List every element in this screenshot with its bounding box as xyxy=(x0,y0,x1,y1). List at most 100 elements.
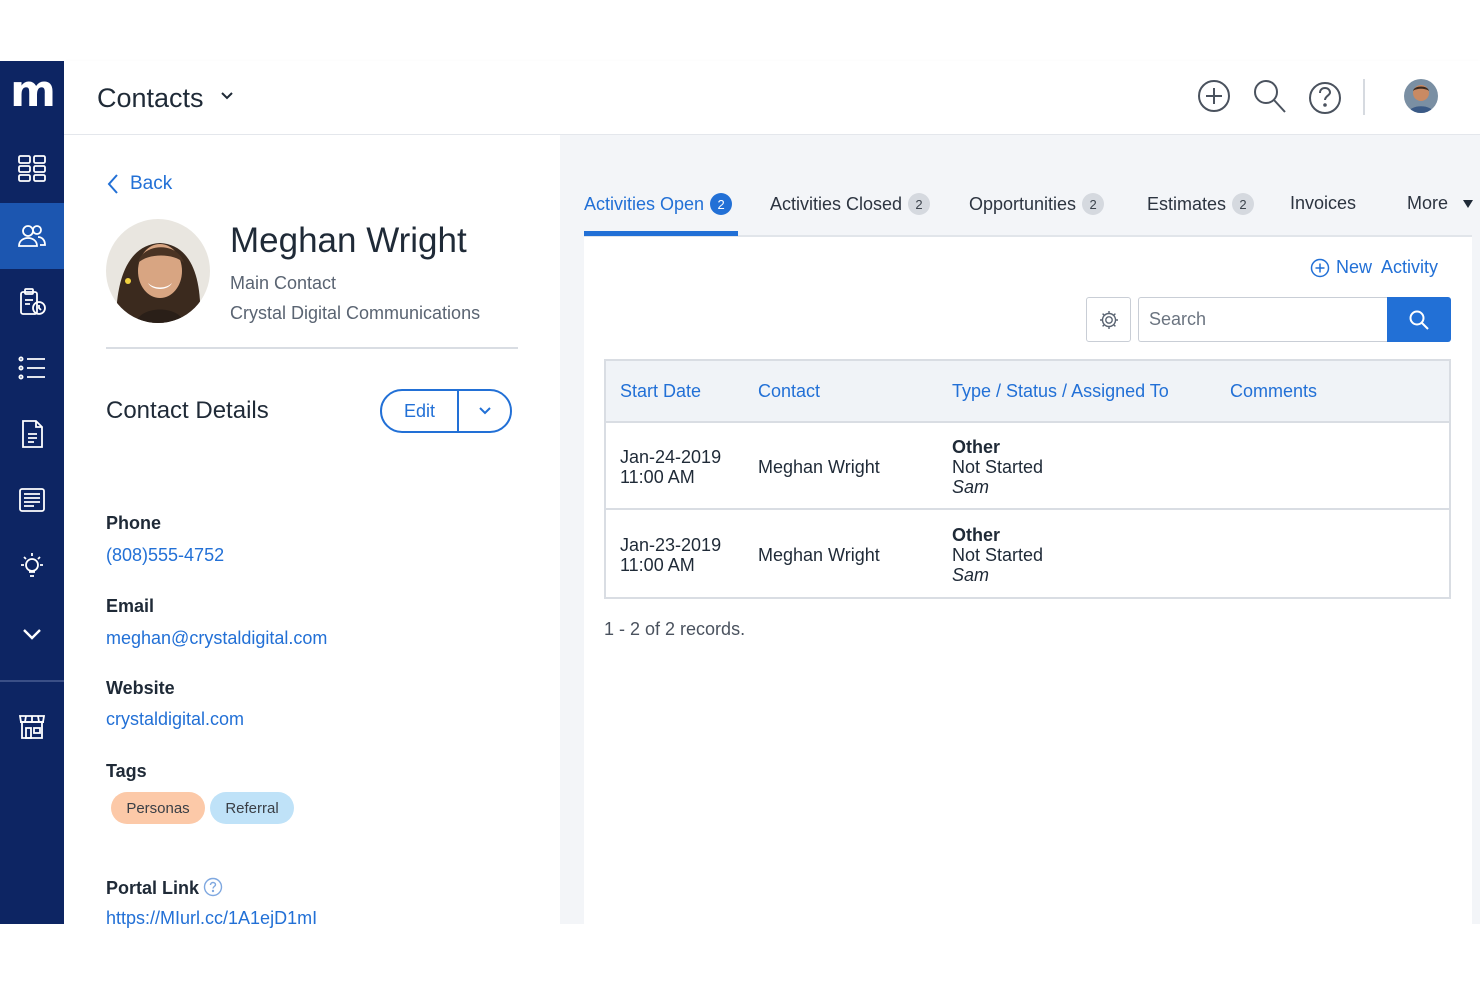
sidebar-item-lists[interactable] xyxy=(0,335,64,401)
user-avatar[interactable] xyxy=(1404,79,1438,113)
portal-link[interactable]: https://MIurl.cc/1A1ejD1mI xyxy=(106,908,317,929)
storefront-icon xyxy=(18,715,46,739)
search-icon[interactable] xyxy=(1252,77,1288,115)
column-header-type-status[interactable]: Type / Status / Assigned To xyxy=(952,381,1169,402)
activities-content: New Activity Start Date Contact Type / S… xyxy=(584,237,1472,924)
tag-personas[interactable]: Personas xyxy=(111,792,205,824)
tab-count-badge: 2 xyxy=(1232,193,1255,215)
sidebar: m xyxy=(0,61,64,924)
start-date: Jan-24-2019 xyxy=(620,447,722,467)
tab-bar: Activities Open 2 Activities Closed 2 Op… xyxy=(584,135,1474,237)
tag-referral[interactable]: Referral xyxy=(210,792,294,824)
start-date-cell: Jan-24-2019 11:00 AM xyxy=(620,447,721,487)
topbar-divider xyxy=(1363,79,1365,115)
clipboard-icon xyxy=(20,288,46,315)
tab-opportunities[interactable]: Opportunities 2 xyxy=(969,193,1105,215)
tab-activities-closed[interactable]: Activities Closed 2 xyxy=(770,193,931,215)
tab-estimates[interactable]: Estimates 2 xyxy=(1147,193,1255,215)
email-label: Email xyxy=(106,596,155,616)
contact-cell[interactable]: Meghan Wright xyxy=(758,457,880,477)
contact-photo xyxy=(106,219,210,323)
activities-table: Start Date Contact Type / Status / Assig… xyxy=(604,359,1451,599)
contact-role: Main Contact xyxy=(230,273,337,293)
sidebar-item-tasks[interactable] xyxy=(0,269,64,335)
website-label: Website xyxy=(106,678,175,698)
portal-link-label: Portal Link xyxy=(106,878,200,898)
contact-panel: Back Meghan Wright Main Contact Crystal … xyxy=(64,135,560,928)
page-title[interactable]: Contacts xyxy=(97,83,204,114)
tab-label: Opportunities xyxy=(969,193,1077,214)
contact-avatar xyxy=(106,219,210,323)
document-icon xyxy=(22,420,43,448)
tab-invoices[interactable]: Invoices xyxy=(1290,193,1356,214)
contact-company: Crystal Digital Communications xyxy=(230,303,481,323)
assigned-to: Sam xyxy=(952,477,990,497)
help-icon[interactable] xyxy=(1307,77,1343,115)
app-logo[interactable]: m xyxy=(0,61,64,133)
sidebar-item-dashboard[interactable] xyxy=(0,135,64,201)
start-time: 11:00 AM xyxy=(620,555,695,575)
search-button[interactable] xyxy=(1387,297,1451,342)
invoice-icon xyxy=(19,488,45,512)
table-row[interactable]: Jan-24-2019 11:00 AM Meghan Wright Other… xyxy=(606,423,1449,510)
edit-button[interactable]: Edit xyxy=(382,391,459,431)
search-input[interactable] xyxy=(1138,297,1388,342)
list-icon xyxy=(18,356,45,380)
add-circle-icon xyxy=(1310,258,1330,277)
activity-status: Not Started xyxy=(952,457,1044,477)
sidebar-item-ideas[interactable] xyxy=(0,533,64,599)
lightbulb-icon xyxy=(21,553,43,577)
activity-type: Other xyxy=(952,437,1001,457)
tab-count-badge: 2 xyxy=(1082,193,1105,215)
back-link[interactable]: Back xyxy=(106,173,172,195)
table-settings-button[interactable] xyxy=(1086,297,1131,342)
search-icon xyxy=(1409,310,1429,330)
tab-more[interactable]: More xyxy=(1407,193,1474,214)
new-activity-button[interactable]: New Activity xyxy=(1310,257,1438,278)
table-row[interactable]: Jan-23-2019 11:00 AM Meghan Wright Other… xyxy=(606,511,1449,598)
column-header-comments[interactable]: Comments xyxy=(1230,381,1317,402)
help-icon[interactable] xyxy=(203,877,223,897)
tab-label: Activities Open xyxy=(584,193,705,214)
contact-cell[interactable]: Meghan Wright xyxy=(758,545,880,565)
type-status-cell: Other Not Started Sam xyxy=(952,525,1043,585)
activity-status: Not Started xyxy=(952,545,1044,565)
tab-label: Estimates xyxy=(1147,193,1227,214)
phone-link[interactable]: (808)555-4752 xyxy=(106,545,224,566)
edit-button-group: Edit xyxy=(380,389,512,433)
chevron-down-icon xyxy=(478,407,491,415)
contacts-icon xyxy=(18,225,46,247)
tags-label: Tags xyxy=(106,761,147,781)
sidebar-item-expand[interactable] xyxy=(0,601,64,667)
assigned-to: Sam xyxy=(952,565,990,585)
tab-label: Invoices xyxy=(1290,193,1357,213)
tab-count-badge: 2 xyxy=(908,193,931,215)
app-window: m Contacts Back Meghan Wright Main Conta… xyxy=(0,61,1480,928)
tab-activities-open[interactable]: Activities Open 2 xyxy=(584,193,733,215)
start-time: 11:00 AM xyxy=(620,467,695,487)
sidebar-item-invoices[interactable] xyxy=(0,467,64,533)
website-link[interactable]: crystaldigital.com xyxy=(106,709,244,730)
dashboard-icon xyxy=(18,155,46,182)
activity-type: Other xyxy=(952,525,1001,545)
column-header-contact[interactable]: Contact xyxy=(758,381,820,402)
column-header-start-date[interactable]: Start Date xyxy=(620,381,701,402)
add-circle-icon[interactable] xyxy=(1196,77,1232,115)
sidebar-item-documents[interactable] xyxy=(0,401,64,467)
email-link[interactable]: meghan@crystaldigital.com xyxy=(106,628,327,649)
phone-label: Phone xyxy=(106,513,162,533)
gear-icon xyxy=(1099,310,1118,329)
top-bar: Contacts xyxy=(64,61,1480,135)
sidebar-item-store[interactable] xyxy=(0,693,64,759)
back-label: Back xyxy=(130,173,173,194)
sidebar-divider xyxy=(0,680,64,682)
tab-label: Activities Closed xyxy=(770,193,903,214)
user-avatar-image xyxy=(1404,79,1438,113)
table-header: Start Date Contact Type / Status / Assig… xyxy=(606,361,1449,423)
new-activity-label: New Activity xyxy=(1336,257,1439,277)
chevron-down-icon[interactable] xyxy=(220,89,234,103)
sidebar-item-contacts[interactable] xyxy=(0,203,64,269)
start-date-cell: Jan-23-2019 11:00 AM xyxy=(620,535,721,575)
tab-count-badge: 2 xyxy=(710,193,733,215)
edit-dropdown-button[interactable] xyxy=(459,391,510,431)
